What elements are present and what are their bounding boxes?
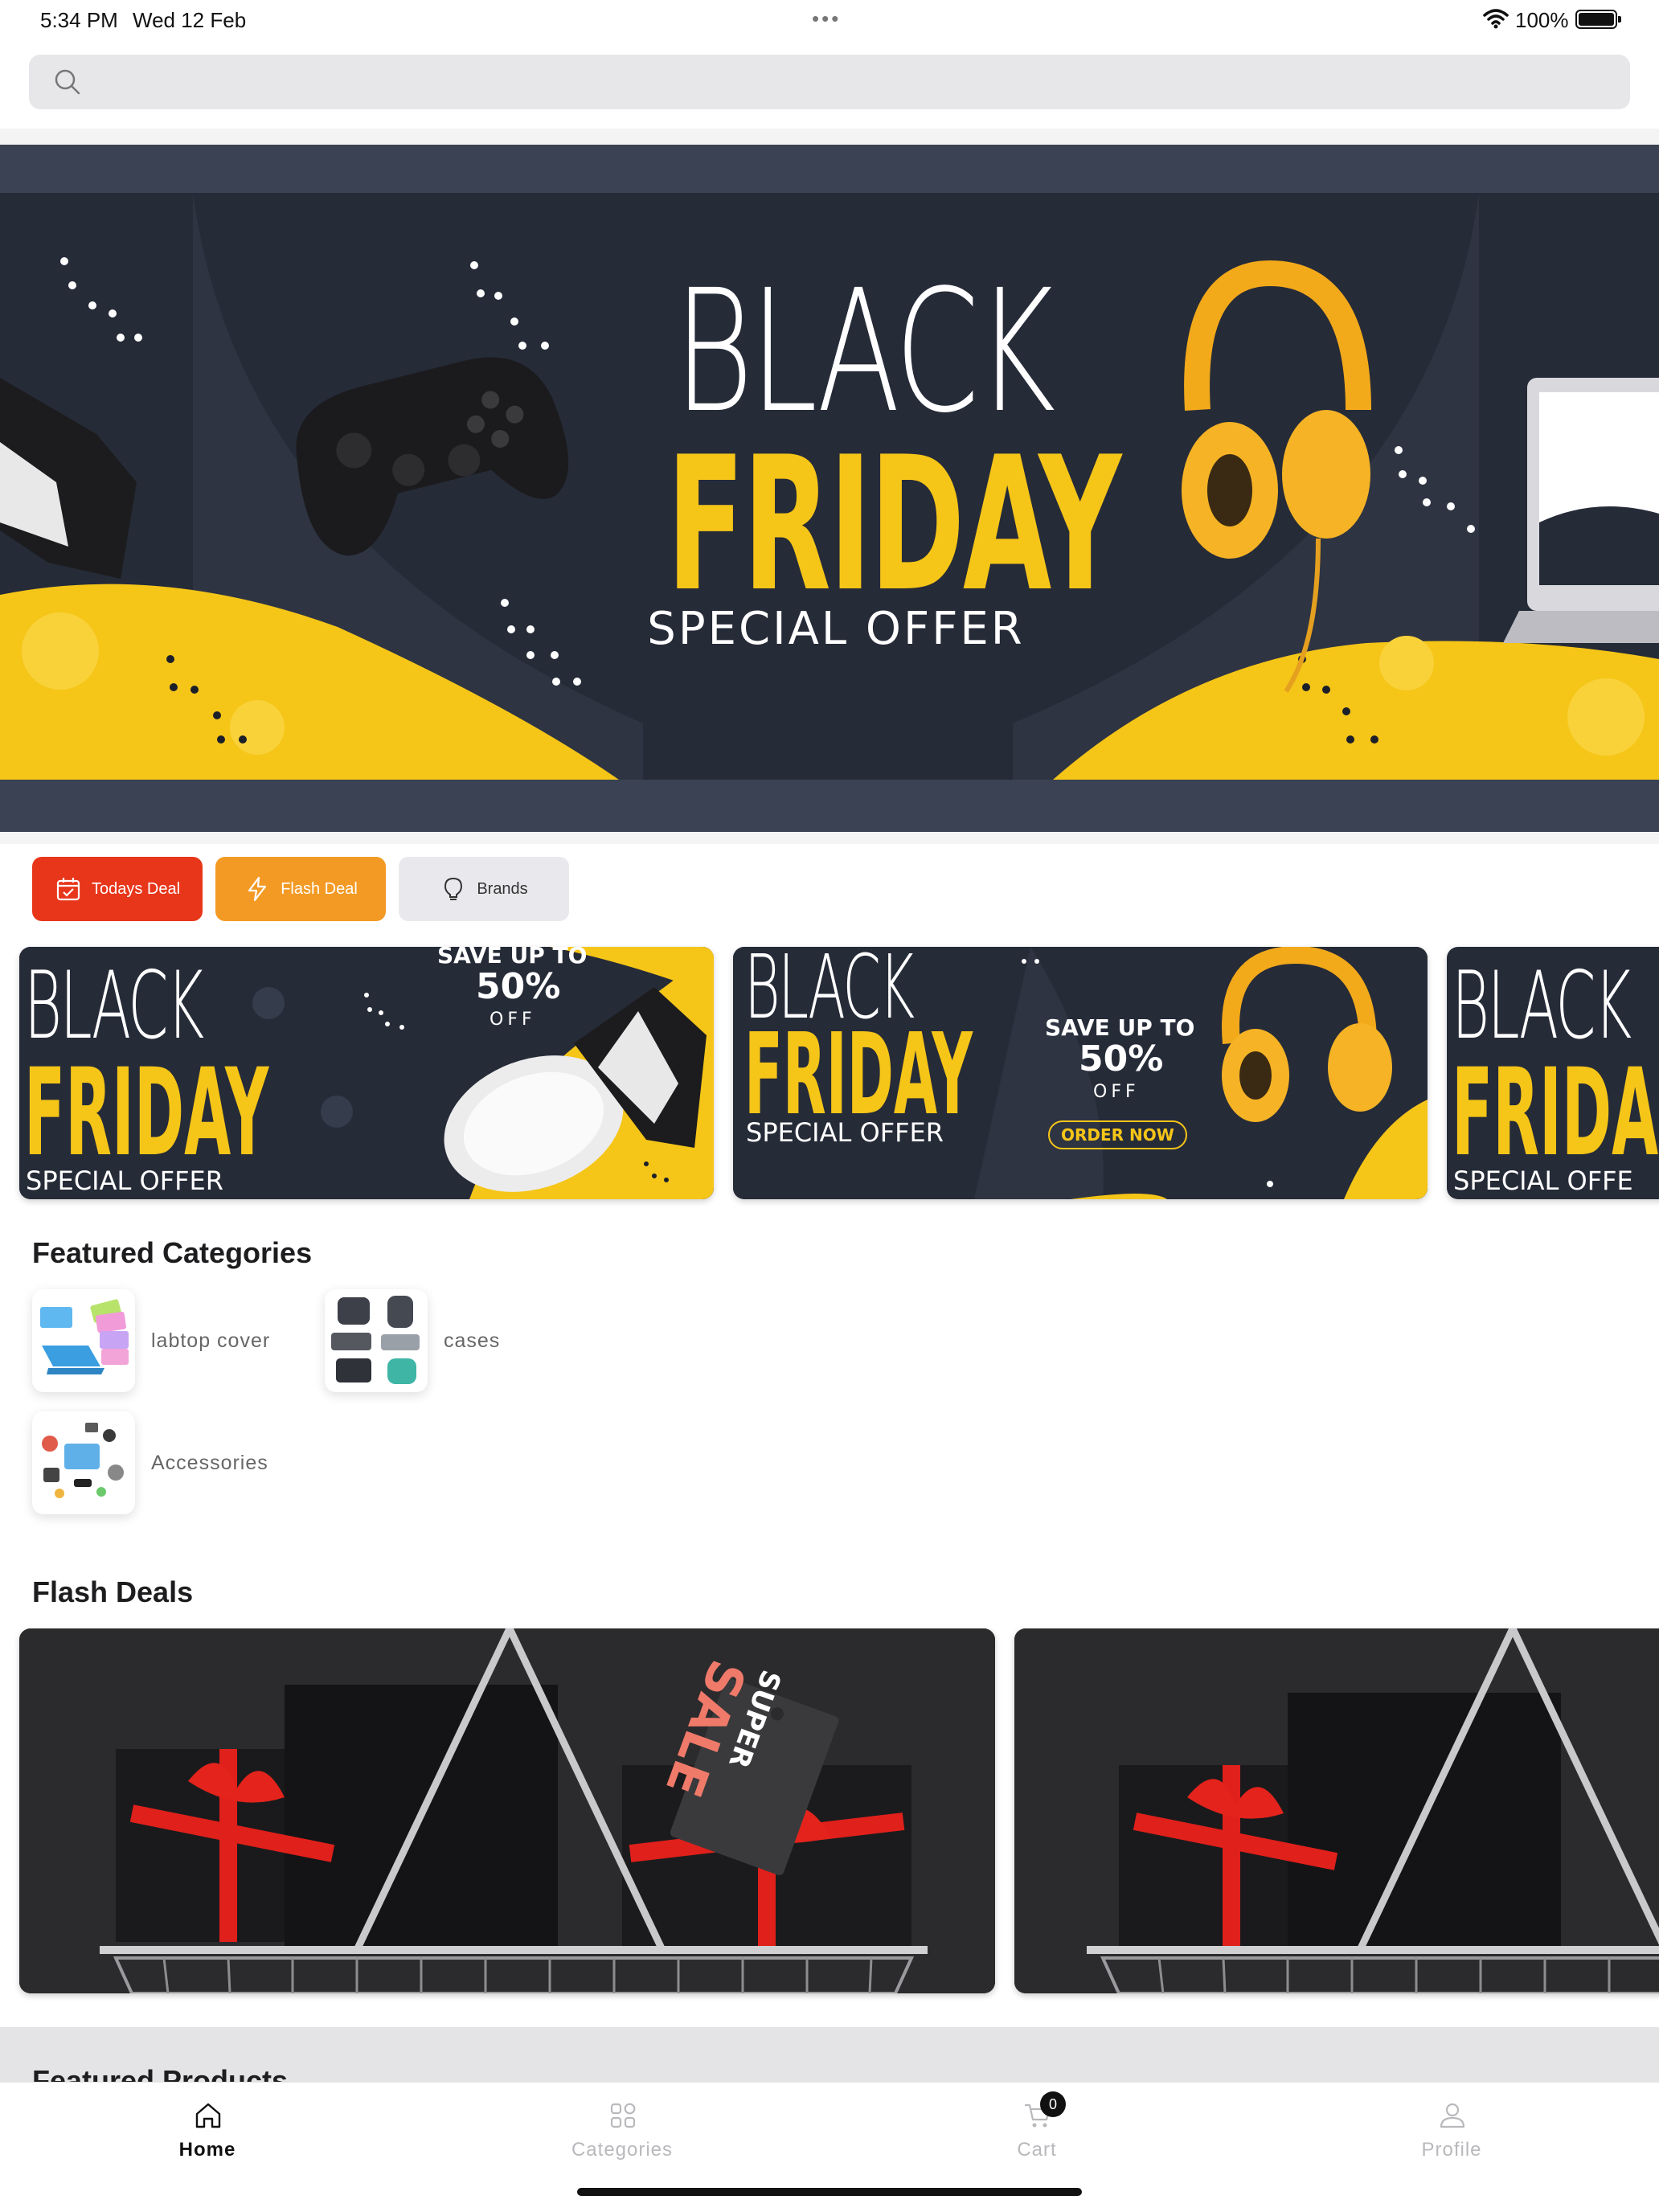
promo-2-special: SPECIAL OFFER	[746, 1117, 944, 1148]
tab-home[interactable]: Home	[0, 2083, 415, 2187]
tab-categories[interactable]: Categories	[415, 2083, 830, 2187]
category-label: cases	[444, 1329, 501, 1352]
battery-icon	[1575, 10, 1621, 29]
tab-profile-label: Profile	[1421, 2139, 1482, 2161]
tab-home-label: Home	[178, 2139, 236, 2161]
home-icon	[195, 2103, 221, 2128]
home-indicator[interactable]	[577, 2188, 1082, 2196]
promo-1-friday: FRIDAY	[24, 1043, 269, 1183]
multitasking-dots-icon[interactable]: •••	[812, 6, 841, 31]
search-icon	[55, 69, 80, 95]
promo-card-1[interactable]: BLACK FRIDAY SPECIAL OFFER SAVE UP TO 50…	[19, 947, 714, 1199]
hero-banner-container: BLACK FRIDAY SPECIAL OFFER	[0, 129, 1659, 844]
lightning-icon	[248, 876, 267, 902]
promo-2-percent: 50%	[1079, 1038, 1164, 1079]
tab-categories-label: Categories	[571, 2139, 674, 2161]
cart-count-badge: 0	[1040, 2091, 1066, 2117]
flash-deal-card-1[interactable]: SUPER SALE	[19, 1628, 995, 1993]
flash-deal-2-artwork	[1014, 1628, 1659, 1993]
flash-deal-card-2[interactable]	[1014, 1628, 1659, 1993]
promo-2-off: OFF	[1093, 1082, 1140, 1102]
calendar-check-icon	[56, 878, 80, 901]
grid-icon	[610, 2103, 636, 2128]
flash-deals-title: Flash Deals	[32, 1575, 194, 1608]
battery-percent: 100%	[1515, 8, 1569, 32]
promo-1-save: SAVE UP TO	[437, 947, 588, 969]
wifi-icon	[1483, 9, 1509, 29]
promo-1-percent: 50%	[476, 966, 561, 1007]
hero-title-friday: FRIDAY	[666, 418, 1121, 633]
tab-profile[interactable]: Profile	[1244, 2083, 1659, 2187]
hero-banner[interactable]: BLACK FRIDAY SPECIAL OFFER	[0, 145, 1659, 832]
category-item-cases[interactable]: cases	[325, 1289, 500, 1392]
status-date: Wed 12 Feb	[133, 8, 247, 32]
promo-card-2[interactable]: BLACK FRIDAY SPECIAL OFFER SAVE UP TO 50…	[733, 947, 1428, 1199]
lightbulb-icon	[444, 877, 463, 900]
promo-3-friday: FRIDA	[1452, 1043, 1659, 1183]
todays-deal-button[interactable]: Todays Deal	[32, 857, 203, 921]
todays-deal-label: Todays Deal	[91, 879, 181, 898]
promo-1-off: OFF	[490, 1010, 536, 1030]
search-bar[interactable]	[29, 55, 1630, 109]
promo-2-order-now: ORDER NOW	[1048, 1120, 1187, 1149]
promo-3-special: SPECIAL OFFE	[1453, 1165, 1633, 1196]
tab-cart-label: Cart	[1017, 2139, 1057, 2161]
brands-button[interactable]: Brands	[399, 857, 569, 921]
promo-2-save: SAVE UP TO	[1045, 1014, 1195, 1041]
category-thumbnail	[325, 1289, 428, 1392]
user-icon	[1440, 2103, 1465, 2128]
search-input[interactable]	[101, 55, 1612, 109]
status-time: 5:34 PM	[40, 8, 118, 32]
flash-deal-1-artwork	[19, 1628, 995, 1993]
promo-1-special: SPECIAL OFFER	[26, 1165, 223, 1196]
featured-categories-title: Featured Categories	[32, 1236, 313, 1269]
tab-cart[interactable]: Cart	[830, 2083, 1244, 2187]
category-thumbnail	[32, 1289, 135, 1392]
flash-deal-button[interactable]: Flash Deal	[215, 857, 386, 921]
category-thumbnail	[32, 1411, 135, 1514]
category-label: labtop cover	[151, 1329, 271, 1352]
brands-label: Brands	[477, 879, 528, 898]
category-item-accessories[interactable]: Accessories	[32, 1411, 268, 1514]
status-bar: 5:34 PM Wed 12 Feb ••• 100%	[0, 0, 1659, 39]
flash-deal-label: Flash Deal	[281, 879, 358, 898]
hero-subtitle: SPECIAL OFFER	[647, 603, 1025, 655]
category-label: Accessories	[151, 1451, 268, 1474]
category-item-labtop-cover[interactable]: labtop cover	[32, 1289, 270, 1392]
promo-card-3[interactable]: BLACK FRIDA SPECIAL OFFE	[1447, 947, 1659, 1199]
